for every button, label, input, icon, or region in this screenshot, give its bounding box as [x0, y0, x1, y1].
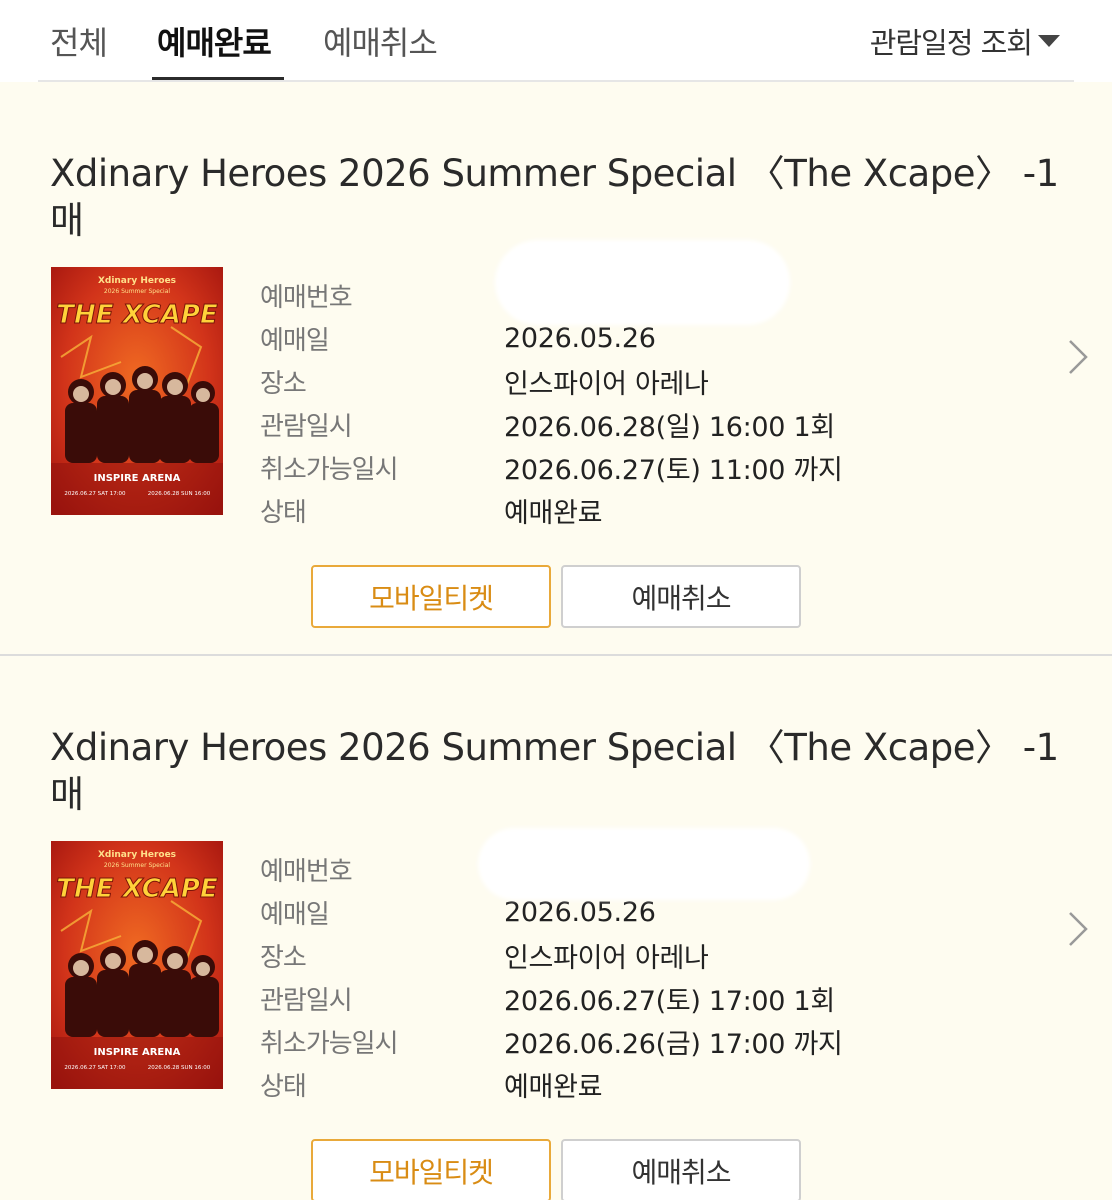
- detail-row-venue: 장소 인스파이어 아레나: [260, 934, 843, 977]
- poster-date-right: 2026.06.28 SUN 16:00: [148, 491, 211, 497]
- poster-date-left: 2026.06.27 SAT 17:00: [64, 1065, 126, 1071]
- cancel-booking-button[interactable]: 예매취소: [561, 1139, 801, 1200]
- poster-title-art: THE XCAPE: [56, 300, 218, 330]
- status-value: 예매완료: [504, 498, 603, 529]
- detail-row-view-datetime: 관람일시 2026.06.28(일) 16:00 1회: [260, 403, 843, 446]
- poster-date-right: 2026.06.28 SUN 16:00: [148, 1065, 211, 1071]
- view-datetime-label: 관람일시: [260, 412, 353, 442]
- booking-no-label: 예매번호: [260, 283, 353, 313]
- tab-cancelled[interactable]: 예매취소: [323, 18, 438, 64]
- redaction-mark: [478, 828, 810, 900]
- poster-date-left: 2026.06.27 SAT 17:00: [64, 491, 126, 497]
- booking-date-value: 2026.05.26: [504, 897, 656, 928]
- poster-band-text: Xdinary Heroes: [98, 276, 176, 286]
- poster-band-text: Xdinary Heroes: [98, 850, 176, 860]
- chevron-right-icon[interactable]: [1066, 337, 1090, 377]
- detail-row-cancel-deadline: 취소가능일시 2026.06.26(금) 17:00 까지: [260, 1020, 843, 1063]
- mobile-ticket-button[interactable]: 모바일티켓: [311, 565, 551, 628]
- view-datetime-value: 2026.06.28(일) 16:00 1회: [504, 412, 835, 443]
- booking-title[interactable]: Xdinary Heroes 2026 Summer Special 〈The …: [50, 150, 1060, 244]
- detail-row-view-datetime: 관람일시 2026.06.27(토) 17:00 1회: [260, 977, 843, 1020]
- booking-date-label: 예매일: [260, 900, 330, 930]
- poster-title-art: THE XCAPE: [56, 874, 218, 904]
- detail-row-status: 상태 예매완료: [260, 489, 843, 532]
- cancel-deadline-value: 2026.06.26(금) 17:00 까지: [504, 1029, 843, 1060]
- detail-row-cancel-deadline: 취소가능일시 2026.06.27(토) 11:00 까지: [260, 446, 843, 489]
- booking-card[interactable]: Xdinary Heroes 2026 Summer Special 〈The …: [0, 656, 1112, 1200]
- view-datetime-label: 관람일시: [260, 986, 353, 1016]
- status-value: 예매완료: [504, 1072, 603, 1103]
- booking-card[interactable]: Xdinary Heroes 2026 Summer Special 〈The …: [0, 82, 1112, 655]
- booking-title[interactable]: Xdinary Heroes 2026 Summer Special 〈The …: [50, 724, 1060, 818]
- event-poster[interactable]: Xdinary Heroes 2026 Summer Special THE X…: [51, 267, 223, 515]
- venue-value: 인스파이어 아레나: [504, 943, 709, 974]
- redaction-mark: [495, 240, 790, 325]
- venue-value: 인스파이어 아레나: [504, 369, 709, 400]
- tab-booked[interactable]: 예매완료: [157, 18, 272, 64]
- caret-down-icon: [1038, 35, 1060, 47]
- poster-venue-text: INSPIRE ARENA: [94, 1047, 181, 1058]
- poster-subtitle-text: 2026 Summer Special: [104, 288, 170, 295]
- schedule-filter-dropdown[interactable]: 관람일정 조회: [870, 20, 1060, 62]
- detail-row-status: 상태 예매완료: [260, 1063, 843, 1106]
- status-label: 상태: [260, 498, 307, 528]
- tab-bar: 전체 예매완료 예매취소 관람일정 조회: [0, 0, 1112, 82]
- cancel-booking-button[interactable]: 예매취소: [561, 565, 801, 628]
- detail-row-venue: 장소 인스파이어 아레나: [260, 360, 843, 403]
- chevron-right-icon[interactable]: [1066, 909, 1090, 949]
- cancel-deadline-label: 취소가능일시: [260, 455, 399, 485]
- venue-label: 장소: [260, 369, 307, 399]
- booking-date-label: 예매일: [260, 326, 330, 356]
- status-label: 상태: [260, 1072, 307, 1102]
- venue-label: 장소: [260, 943, 307, 973]
- cancel-deadline-value: 2026.06.27(토) 11:00 까지: [504, 455, 843, 486]
- view-datetime-value: 2026.06.27(토) 17:00 1회: [504, 986, 835, 1017]
- schedule-filter-label: 관람일정 조회: [869, 26, 1033, 60]
- cancel-deadline-label: 취소가능일시: [260, 1029, 399, 1059]
- booking-date-value: 2026.05.26: [504, 323, 656, 354]
- tab-all[interactable]: 전체: [50, 18, 108, 64]
- poster-subtitle-text: 2026 Summer Special: [104, 862, 170, 869]
- poster-venue-text: INSPIRE ARENA: [94, 473, 181, 484]
- mobile-ticket-button[interactable]: 모바일티켓: [311, 1139, 551, 1200]
- booking-no-label: 예매번호: [260, 857, 353, 887]
- event-poster[interactable]: Xdinary Heroes 2026 Summer Special THE X…: [51, 841, 223, 1089]
